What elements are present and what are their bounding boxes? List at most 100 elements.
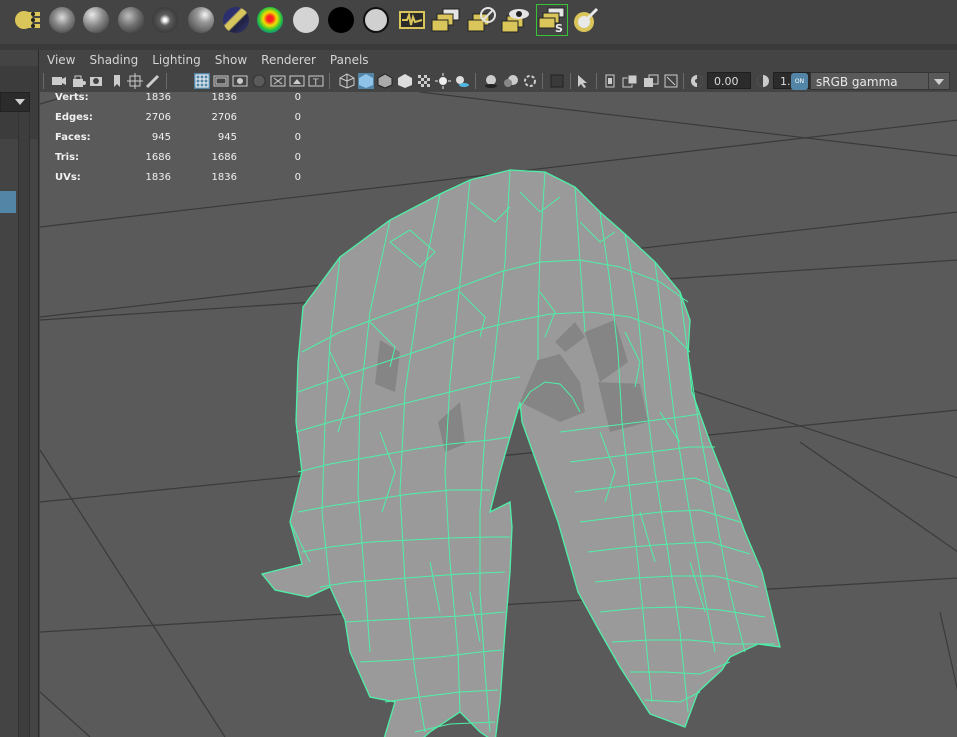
grease-pencil-icon[interactable] <box>145 73 161 89</box>
menu-renderer[interactable]: Renderer <box>261 53 316 67</box>
hud-value-object: 1836 <box>145 92 171 103</box>
rainbow-sphere-icon[interactable] <box>254 4 286 36</box>
isolate-select-icon[interactable] <box>575 73 591 89</box>
toolbar-separator <box>683 73 684 89</box>
hud-value-component: 0 <box>294 112 301 123</box>
renderer-icon[interactable] <box>570 4 602 36</box>
hud-value-selected: 945 <box>217 132 237 143</box>
field-chart-icon[interactable] <box>270 73 286 89</box>
textured-icon[interactable] <box>416 73 432 89</box>
anti-aliasing-icon[interactable] <box>522 73 538 89</box>
sphere-3-icon[interactable] <box>149 4 181 36</box>
left-dropdown[interactable] <box>0 92 30 112</box>
hud-value-selected: 1836 <box>211 92 237 103</box>
hud-value-object: 945 <box>151 132 171 143</box>
depth-of-field-icon[interactable] <box>549 73 565 89</box>
hud-row-faces: Faces: 945 945 0 <box>55 132 315 146</box>
colorspace-dropdown[interactable]: sRGB gamma <box>810 72 950 90</box>
exposure-field[interactable]: 0.00 <box>707 72 751 89</box>
hud-label: Verts: <box>55 92 89 103</box>
xray-joints-icon[interactable] <box>622 73 638 89</box>
chevron-down-icon <box>15 99 25 105</box>
striped-sphere-icon[interactable] <box>220 4 252 36</box>
wireframe-on-shaded-icon[interactable] <box>377 73 393 89</box>
default-material-icon[interactable] <box>397 73 413 89</box>
safe-action-icon[interactable] <box>289 73 305 89</box>
menu-view[interactable]: View <box>47 53 75 67</box>
hud-value-object: 2706 <box>145 112 171 123</box>
left-selected-item[interactable] <box>0 191 16 213</box>
dropdown-divider <box>928 73 929 89</box>
hud-row-edges: Edges: 2706 2706 0 <box>55 112 315 126</box>
menu-show[interactable]: Show <box>215 53 247 67</box>
colorspace-label: sRGB gamma <box>816 75 898 89</box>
toolbar-separator <box>570 73 571 89</box>
camera-attributes-icon[interactable] <box>89 73 105 89</box>
film-gate-icon[interactable] <box>213 73 229 89</box>
hud-value-component: 0 <box>294 92 301 103</box>
menu-shading[interactable]: Shading <box>89 53 138 67</box>
panel-menubar: View Shading Lighting Show Renderer Pane… <box>39 50 957 70</box>
hud-value-selected: 1836 <box>211 172 237 183</box>
hud-label: Faces: <box>55 132 91 143</box>
sphere-4-icon[interactable] <box>185 4 217 36</box>
use-all-lights-icon[interactable] <box>435 73 451 89</box>
color-management-toggle[interactable]: ON <box>791 73 808 90</box>
toolbar-separator <box>43 73 44 89</box>
graph-editor-icon[interactable] <box>396 4 428 36</box>
grid-icon[interactable] <box>194 73 210 89</box>
motion-blur-icon[interactable] <box>503 73 519 89</box>
white-sphere-2-icon[interactable] <box>360 4 392 36</box>
move-tool-icon[interactable] <box>12 4 44 36</box>
screen-space-ao-icon[interactable] <box>483 73 499 89</box>
hud-label: Tris: <box>55 152 80 163</box>
layer-1-icon[interactable] <box>430 4 462 36</box>
bookmark-icon[interactable] <box>109 73 125 89</box>
hud-row-verts: Verts: 1836 1836 0 <box>55 92 315 106</box>
safe-title-icon[interactable]: T <box>308 73 324 89</box>
gamma-icon[interactable] <box>755 73 771 89</box>
toolbar-separator <box>542 73 543 89</box>
exposure-icon[interactable] <box>689 73 705 89</box>
layer-2-icon[interactable] <box>466 4 498 36</box>
shadows-icon[interactable] <box>454 73 470 89</box>
viewport-3d[interactable]: Verts: 1836 1836 0 Edges: 2706 2706 0 Fa… <box>40 92 957 737</box>
xray-icon[interactable] <box>602 73 618 89</box>
panel-toolbar: T 0.00 1.00 ON <box>39 70 957 92</box>
viewport-scene <box>40 92 957 737</box>
hud-label: Edges: <box>55 112 93 123</box>
menu-lighting[interactable]: Lighting <box>152 53 201 67</box>
hud-value-component: 0 <box>294 172 301 183</box>
gate-mask-icon[interactable] <box>251 73 267 89</box>
left-scrollbar[interactable] <box>18 113 30 737</box>
backface-culling-icon[interactable] <box>663 73 679 89</box>
maya-window: S View Shading Lighting Show Renderer Pa… <box>0 0 957 737</box>
toolbar-separator <box>166 73 167 89</box>
hud-label: UVs: <box>55 172 81 183</box>
white-sphere-icon[interactable] <box>290 4 322 36</box>
image-plane-icon[interactable] <box>127 73 143 89</box>
svg-text:T: T <box>312 78 319 88</box>
soft-sphere-icon[interactable] <box>46 4 78 36</box>
layer-eye-icon[interactable] <box>500 4 532 36</box>
hud-value-object: 1686 <box>145 152 171 163</box>
toolbar-separator <box>329 73 330 89</box>
hud-value-selected: 1686 <box>211 152 237 163</box>
shelf: S <box>0 0 957 44</box>
camera-icon[interactable] <box>51 73 67 89</box>
lock-camera-icon[interactable] <box>71 73 87 89</box>
resolution-gate-icon[interactable] <box>232 73 248 89</box>
chevron-down-icon <box>934 79 944 85</box>
model-panel: View Shading Lighting Show Renderer Pane… <box>38 50 957 737</box>
xray-active-components-icon[interactable] <box>643 73 659 89</box>
toolbar-separator <box>596 73 597 89</box>
sphere-1-icon[interactable] <box>80 4 112 36</box>
selected-layer-icon[interactable]: S <box>536 4 568 36</box>
left-panel <box>0 50 38 737</box>
smooth-shade-icon[interactable] <box>358 73 374 89</box>
svg-text:S: S <box>555 22 563 34</box>
menu-panels[interactable]: Panels <box>330 53 369 67</box>
black-sphere-icon[interactable] <box>325 4 357 36</box>
sphere-2-icon[interactable] <box>115 4 147 36</box>
wireframe-icon[interactable] <box>339 73 355 89</box>
